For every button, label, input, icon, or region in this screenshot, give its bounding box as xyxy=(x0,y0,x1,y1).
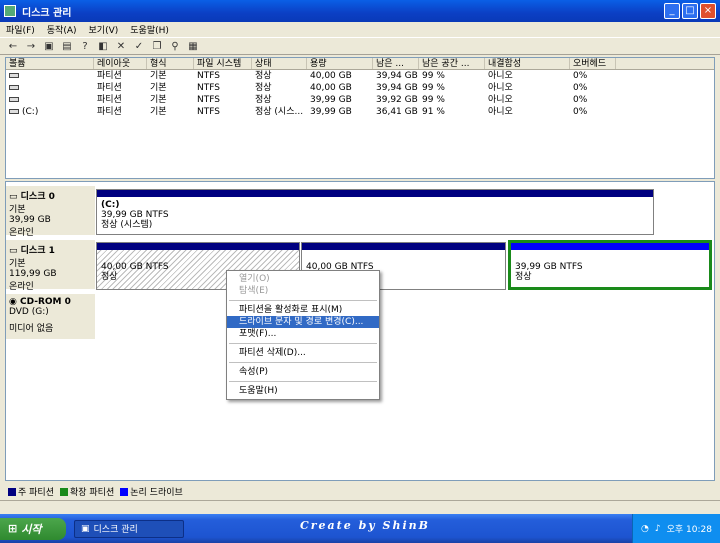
menu-item-change-drive-letter[interactable]: 드라이브 문자 및 경로 변경(C)... xyxy=(227,316,379,328)
toolbar: ← → ▣ ▤ ? ◧ ✕ ✓ ❐ ⚲ ▦ xyxy=(0,37,720,55)
legend-item-logical: 논리 드라이브 xyxy=(120,485,183,498)
delete-icon[interactable]: ✕ xyxy=(114,39,128,53)
col-free[interactable]: 남은 ... xyxy=(373,58,419,69)
legend-item-extended: 확장 파티션 xyxy=(59,485,114,498)
system-tray: ◔ ♪ 오후 10:28 xyxy=(632,514,720,543)
hard-disk-icon: ▭ xyxy=(9,192,21,202)
window-title: 디스크 관리 xyxy=(22,7,72,19)
menu-item-explore[interactable]: 탐색(E) xyxy=(227,285,379,297)
menu-separator xyxy=(229,381,377,382)
console-tree-icon[interactable]: ▣ xyxy=(42,39,56,53)
menu-bar: 파일(F) 동작(A) 보기(V) 도움말(H) xyxy=(0,22,720,37)
help-icon[interactable]: ? xyxy=(78,39,92,53)
menu-item-help[interactable]: 도움말(H) xyxy=(227,385,379,397)
forward-icon[interactable]: → xyxy=(24,39,38,53)
menu-item-properties[interactable]: 속성(P) xyxy=(227,366,379,378)
watermark-text: Create by ShinB xyxy=(300,519,430,532)
menu-item-mark-active[interactable]: 파티션을 활성화로 표시(M) xyxy=(227,304,379,316)
windows-logo-icon: ⊞ xyxy=(8,522,18,535)
menu-view[interactable]: 보기(V) xyxy=(89,23,119,36)
drive-icon xyxy=(9,109,19,114)
settings-icon[interactable]: ▦ xyxy=(186,39,200,53)
disk-management-icon: ▣ xyxy=(81,523,90,534)
col-layout[interactable]: 레이아웃 xyxy=(94,58,147,69)
table-row[interactable]: 파티션 기본 NTFS 정상 40,00 GB 39,94 GB 99 % 아니… xyxy=(6,82,714,94)
col-free-percent[interactable]: 남은 공간 ... xyxy=(419,58,485,69)
hard-disk-icon: ▭ xyxy=(9,246,21,256)
drive-icon xyxy=(9,97,19,102)
col-capacity[interactable]: 용량 xyxy=(307,58,373,69)
menu-item-delete-partition[interactable]: 파티션 삭제(D)... xyxy=(227,347,379,359)
col-volume[interactable]: 볼륨 xyxy=(6,58,94,69)
volume-icon[interactable]: ♪ xyxy=(655,524,661,534)
volume-list-header: 볼륨 레이아웃 형식 파일 시스템 상태 용량 남은 ... 남은 공간 ...… xyxy=(6,58,714,70)
status-bar xyxy=(0,500,720,514)
menu-separator xyxy=(229,300,377,301)
disk-0-label[interactable]: ▭ 디스크 0 기본 39,99 GB 온라인 xyxy=(6,186,95,238)
menu-separator xyxy=(229,343,377,344)
disk-management-icon xyxy=(4,5,16,17)
menu-help[interactable]: 도움말(H) xyxy=(130,23,169,36)
menu-action[interactable]: 동작(A) xyxy=(47,23,77,36)
back-icon[interactable]: ← xyxy=(6,39,20,53)
col-status[interactable]: 상태 xyxy=(252,58,307,69)
legend-item-primary: 주 파티션 xyxy=(8,485,54,498)
disk-1-label[interactable]: ▭ 디스크 1 기본 119,99 GB 온라인 xyxy=(6,240,95,292)
drive-icon xyxy=(9,85,19,90)
table-row[interactable]: 파티션 기본 NTFS 정상 40,00 GB 39,94 GB 99 % 아니… xyxy=(6,70,714,82)
title-bar: 디스크 관리 _ □ × xyxy=(0,0,720,22)
start-button[interactable]: ⊞ 시작 xyxy=(0,517,66,540)
menu-separator xyxy=(229,362,377,363)
clock[interactable]: 오후 10:28 xyxy=(667,522,712,535)
menu-item-open[interactable]: 열기(O) xyxy=(227,273,379,285)
taskbar-task-disk-management[interactable]: ▣ 디스크 관리 xyxy=(74,519,184,538)
check-icon[interactable]: ✓ xyxy=(132,39,146,53)
col-type[interactable]: 형식 xyxy=(147,58,194,69)
col-file-system[interactable]: 파일 시스템 xyxy=(194,58,252,69)
search-icon[interactable]: ⚲ xyxy=(168,39,182,53)
context-menu: 열기(O) 탐색(E) 파티션을 활성화로 표시(M) 드라이브 문자 및 경로… xyxy=(226,270,380,400)
table-row[interactable]: (C:) 파티션 기본 NTFS 정상 (시스... 39,99 GB 36,4… xyxy=(6,106,714,118)
disk-1-logical-drive[interactable]: 39,99 GB NTFS 정상 xyxy=(508,240,712,290)
partition-c[interactable]: (C:) 39,99 GB NTFS 정상 (시스템) xyxy=(96,189,654,235)
minimize-button[interactable]: _ xyxy=(664,3,680,19)
cdrom-0-label[interactable]: ◉ CD-ROM 0 DVD (G:) 미디어 없음 xyxy=(6,294,95,340)
close-button[interactable]: × xyxy=(700,3,716,19)
menu-file[interactable]: 파일(F) xyxy=(6,23,35,36)
volume-list: 볼륨 레이아웃 형식 파일 시스템 상태 용량 남은 ... 남은 공간 ...… xyxy=(5,57,715,179)
col-overhead[interactable]: 오버헤드 xyxy=(570,58,616,69)
cd-drive-icon: ◉ xyxy=(9,297,20,307)
table-row[interactable]: 파티션 기본 NTFS 정상 39,99 GB 39,92 GB 99 % 아니… xyxy=(6,94,714,106)
window-controls: _ □ × xyxy=(664,3,716,19)
drive-icon xyxy=(9,73,19,78)
col-fault-tolerance[interactable]: 내결함성 xyxy=(485,58,570,69)
legend: 주 파티션 확장 파티션 논리 드라이브 xyxy=(5,484,715,498)
properties-icon[interactable]: ▤ xyxy=(60,39,74,53)
menu-item-format[interactable]: 포맷(F)... xyxy=(227,328,379,340)
copy-icon[interactable]: ❐ xyxy=(150,39,164,53)
maximize-button[interactable]: □ xyxy=(682,3,698,19)
connect-icon[interactable]: ◧ xyxy=(96,39,110,53)
tray-icon[interactable]: ◔ xyxy=(641,524,649,534)
